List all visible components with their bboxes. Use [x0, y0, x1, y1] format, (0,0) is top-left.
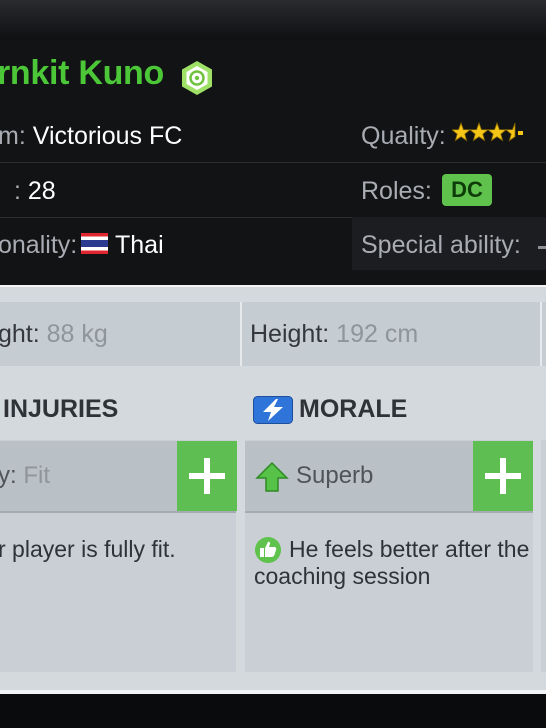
- arrow-up-icon: [255, 461, 289, 492]
- boost-morale-button[interactable]: [473, 441, 533, 511]
- special-ability-label: Special ability:: [361, 231, 521, 259]
- team-info: m: Victorious FC: [0, 121, 182, 151]
- quality-info: Quality:: [361, 121, 446, 151]
- special-ability-icon: [538, 246, 546, 249]
- height-stat: Height: 192 cm: [250, 320, 418, 349]
- age-info: : 28: [14, 176, 56, 206]
- next-card-edge: [541, 440, 546, 672]
- height-value: 192 cm: [336, 320, 419, 348]
- nationality-info: onality:: [0, 230, 77, 260]
- morale-description-line1: He feels better after the: [289, 536, 530, 562]
- nationality-label: onality:: [0, 231, 78, 259]
- stat-divider: [240, 302, 242, 366]
- injury-status-label: y:: [0, 462, 17, 489]
- weight-stat: ght: 88 kg: [0, 320, 108, 349]
- top-blur: [0, 0, 546, 40]
- quality-stars: [452, 122, 523, 142]
- stat-divider: [540, 302, 542, 366]
- half-star-icon: [504, 122, 516, 142]
- treat-injury-button[interactable]: [177, 441, 237, 511]
- lightning-icon: [253, 396, 293, 424]
- star-icon: [468, 122, 490, 142]
- injury-description: r player is fully fit.: [0, 536, 176, 562]
- morale-status-value: Superb: [296, 462, 374, 489]
- weight-value: 88 kg: [46, 320, 108, 348]
- injuries-title: INJURIES: [3, 395, 119, 423]
- thumbs-up-icon: [255, 537, 281, 563]
- morale-title: MORALE: [299, 395, 408, 423]
- injury-status: y: Fit: [0, 462, 50, 490]
- star-icon: [452, 122, 472, 142]
- roles-info: Roles:: [361, 176, 432, 206]
- bottom-bar: [0, 694, 546, 728]
- quality-label: Quality:: [361, 122, 446, 150]
- age-label: :: [14, 177, 21, 205]
- weight-label: ght:: [0, 320, 40, 348]
- verified-badge-icon: [182, 61, 212, 95]
- nationality-value: Thai: [115, 231, 164, 259]
- roles-label: Roles:: [361, 177, 432, 205]
- height-label: Height:: [250, 320, 330, 348]
- star-icon: [486, 122, 508, 142]
- morale-description-line2: coaching session: [254, 563, 431, 589]
- special-ability-info: Special ability:: [361, 230, 521, 260]
- plus-icon: [189, 458, 225, 494]
- role-badge: DC: [442, 174, 492, 206]
- thailand-flag-icon: [81, 233, 108, 254]
- nationality-value-wrap: Thai: [115, 230, 164, 260]
- player-name: rnkit Kuno: [0, 54, 164, 92]
- team-value: Victorious FC: [32, 122, 183, 150]
- age-value: 28: [27, 177, 56, 205]
- injury-status-value: Fit: [23, 462, 51, 489]
- plus-icon: [485, 458, 521, 494]
- team-label: m:: [0, 122, 26, 150]
